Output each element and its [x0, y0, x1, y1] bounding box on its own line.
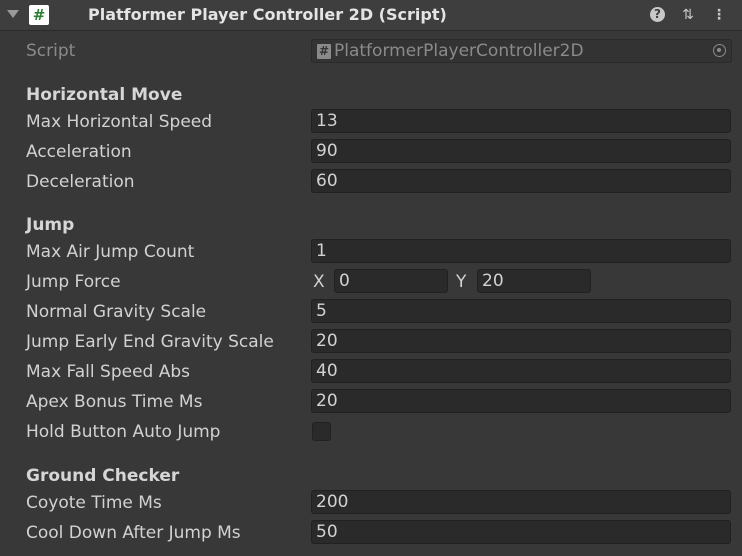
acceleration-label: Acceleration — [26, 142, 132, 162]
presets-icon[interactable]: ⇅ — [679, 6, 697, 24]
normal-gravity-scale-value: 5 — [316, 301, 327, 321]
apex-bonus-time-ms-label: Apex Bonus Time Ms — [26, 392, 203, 412]
max-horizontal-speed-value: 13 — [316, 111, 338, 131]
help-icon[interactable]: ? — [650, 7, 665, 22]
component-title: Platformer Player Controller 2D (Script) — [88, 5, 447, 24]
jump-force-x-label[interactable]: X — [313, 272, 325, 292]
hold-button-auto-jump-checkbox[interactable] — [312, 422, 331, 441]
jump-force-label: Jump Force — [26, 272, 121, 292]
object-picker-icon[interactable] — [713, 44, 726, 57]
max-air-jump-count-label: Max Air Jump Count — [26, 242, 195, 262]
cool-down-after-jump-ms-field[interactable]: 50 — [311, 520, 731, 544]
max-fall-speed-abs-label: Max Fall Speed Abs — [26, 362, 191, 382]
jump-force-y-field[interactable]: 20 — [477, 269, 591, 293]
script-file-icon: # — [317, 44, 331, 59]
jump-force-y-label[interactable]: Y — [456, 272, 466, 292]
section-horizontal-move: Horizontal Move — [26, 85, 183, 105]
deceleration-value: 60 — [316, 171, 338, 191]
jump-early-end-gravity-scale-field[interactable]: 20 — [311, 329, 731, 353]
jump-early-end-gravity-scale-value: 20 — [316, 331, 338, 351]
max-air-jump-count-value: 1 — [316, 241, 327, 261]
section-jump: Jump — [26, 215, 75, 235]
foldout-arrow-icon[interactable] — [7, 10, 19, 18]
acceleration-field[interactable]: 90 — [311, 139, 731, 163]
context-menu-icon[interactable]: ⋮ — [710, 6, 728, 24]
apex-bonus-time-ms-field[interactable]: 20 — [311, 389, 731, 413]
section-ground-checker: Ground Checker — [26, 466, 180, 486]
coyote-time-ms-field[interactable]: 200 — [311, 490, 731, 514]
script-icon: # — [29, 5, 49, 25]
deceleration-field[interactable]: 60 — [311, 169, 731, 193]
max-horizontal-speed-field[interactable]: 13 — [311, 109, 731, 133]
hold-button-auto-jump-label: Hold Button Auto Jump — [26, 422, 221, 442]
cool-down-after-jump-ms-value: 50 — [316, 522, 338, 542]
normal-gravity-scale-label: Normal Gravity Scale — [26, 302, 207, 322]
acceleration-value: 90 — [316, 141, 338, 161]
jump-force-x-value: 0 — [339, 271, 350, 291]
max-horizontal-speed-label: Max Horizontal Speed — [26, 112, 213, 132]
max-fall-speed-abs-field[interactable]: 40 — [311, 359, 731, 383]
normal-gravity-scale-field[interactable]: 5 — [311, 299, 731, 323]
deceleration-label: Deceleration — [26, 172, 135, 192]
cool-down-after-jump-ms-label: Cool Down After Jump Ms — [26, 523, 241, 543]
inspector-component: # Platformer Player Controller 2D (Scrip… — [0, 0, 742, 556]
script-object-value: PlatformerPlayerController2D — [334, 41, 584, 61]
script-object-field[interactable]: # PlatformerPlayerController2D — [311, 39, 732, 63]
jump-early-end-gravity-scale-label: Jump Early End Gravity Scale — [26, 332, 274, 352]
coyote-time-ms-label: Coyote Time Ms — [26, 493, 162, 513]
component-header[interactable]: # Platformer Player Controller 2D (Scrip… — [0, 0, 742, 31]
jump-force-y-value: 20 — [482, 271, 504, 291]
coyote-time-ms-value: 200 — [316, 492, 349, 512]
jump-force-x-field[interactable]: 0 — [334, 269, 448, 293]
apex-bonus-time-ms-value: 20 — [316, 391, 338, 411]
max-fall-speed-abs-value: 40 — [316, 361, 338, 381]
script-label: Script — [26, 41, 76, 61]
max-air-jump-count-field[interactable]: 1 — [311, 239, 731, 263]
